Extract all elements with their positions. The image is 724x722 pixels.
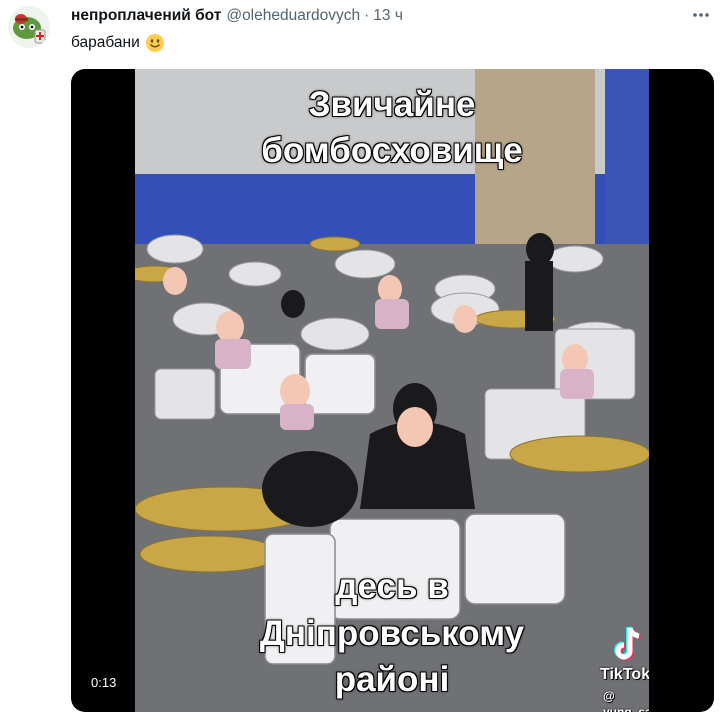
tweet-header: непроплачений бот @oleheduardovych · 13 … [71,5,403,27]
author-handle[interactable]: @oleheduardovych [226,6,360,26]
separator-dot: · [364,7,370,24]
frog-avatar-icon [8,6,50,48]
video-player[interactable]: Звичайне бомбосховище десь в Дніпровсько… [71,69,714,712]
tiktok-watermark-user: @ yung_sashko [603,689,649,712]
video-caption-top-line-1: Звичайне [308,85,476,124]
slightly-smiling-face-emoji [145,34,164,52]
avatar[interactable] [8,6,50,48]
more-options-button[interactable] [688,2,714,28]
tweet-text-content: барабани [71,34,140,51]
tiktok-watermark-brand: TikTok [600,666,649,683]
tweet-time[interactable]: 13 ч [373,6,403,26]
video-caption-bottom-line-3: районі [334,660,450,699]
video-frame[interactable]: Звичайне бомбосховище десь в Дніпровсько… [135,69,649,712]
tweet-text: барабани [71,32,165,54]
tweet[interactable]: непроплачений бот @oleheduardovych · 13 … [0,0,724,722]
video-duration-badge: 0:13 [83,672,125,694]
tiktok-logo-icon [614,626,641,661]
video-caption-bottom-line-1: десь в [335,567,449,606]
video-caption-bottom-line-2: Дніпровському [259,614,525,653]
author-name[interactable]: непроплачений бот [71,6,221,26]
more-options-icon [693,13,709,17]
video-caption-top-line-2: бомбосховище [261,131,523,170]
